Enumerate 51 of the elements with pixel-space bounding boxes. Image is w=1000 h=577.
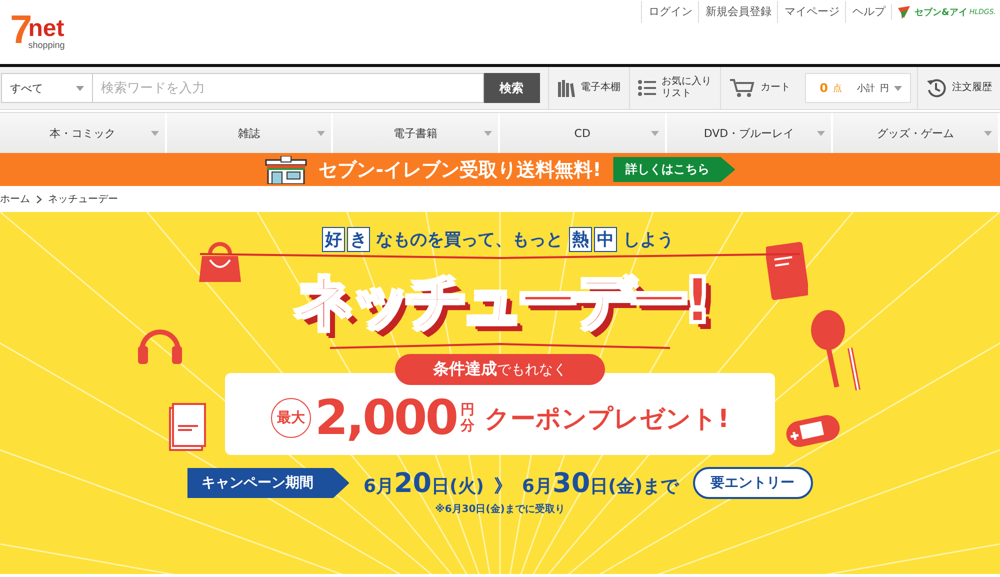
- order-history-link[interactable]: 注文履歴: [917, 67, 1000, 109]
- search-field[interactable]: 検索ワードを入力: [93, 73, 484, 103]
- caret-icon: [317, 131, 326, 136]
- header-link[interactable]: ログイン: [641, 1, 698, 23]
- category-tab[interactable]: 本・コミック: [0, 113, 167, 153]
- list-icon: [638, 80, 656, 96]
- details-button[interactable]: 詳しくはこちら: [613, 157, 736, 182]
- promo-text: セブン-イレブン受取り送料無料!: [318, 158, 602, 182]
- chevron-icon: [36, 194, 42, 204]
- campaign-dates: 6月 20日(火) 》 6月 30日(金)まで: [363, 468, 679, 498]
- category-tab[interactable]: CD: [500, 113, 667, 153]
- favorites-link[interactable]: お気に入り リスト: [628, 67, 720, 109]
- store-icon: [264, 156, 307, 184]
- handbag-icon: [198, 240, 242, 284]
- coupon-text: クーポンプレゼント!: [484, 402, 730, 434]
- caret-icon: [650, 131, 659, 136]
- caret-icon: [150, 131, 159, 136]
- history-icon: [926, 78, 946, 98]
- cart-link[interactable]: カート: [720, 67, 799, 109]
- category-tab[interactable]: DVD・ブルーレイ: [666, 113, 834, 153]
- max-badge: 最大: [270, 398, 311, 438]
- cart-summary[interactable]: 0 点 小計 円: [804, 73, 911, 103]
- leaf-icon: [896, 4, 912, 20]
- share-unit: 分: [460, 418, 475, 434]
- caret-icon: [894, 86, 902, 90]
- bookshelf-link[interactable]: 電子本棚: [548, 67, 629, 109]
- cart-icon: [728, 78, 755, 98]
- header-link[interactable]: 新規会員登録: [698, 1, 778, 23]
- category-tab[interactable]: 雑誌: [166, 113, 334, 153]
- category-dropdown[interactable]: すべて: [1, 73, 93, 103]
- breadcrumb-item[interactable]: ホーム: [0, 192, 30, 206]
- caret-icon: [76, 86, 84, 90]
- ribbon-label: 条件達成でもれなく: [395, 354, 605, 385]
- breadcrumb-item: ネッチューデー: [48, 193, 118, 206]
- pickup-note: ※6月30日(金)までに受取り: [435, 502, 565, 516]
- coupon-amount: 2,000: [314, 390, 457, 446]
- header-link[interactable]: ヘルプ: [845, 1, 892, 23]
- entry-button[interactable]: 要エントリー: [692, 467, 813, 499]
- category-tab[interactable]: グッズ・ゲーム: [833, 113, 1000, 153]
- category-tab[interactable]: 電子書籍: [333, 113, 500, 153]
- yen-unit: 円: [460, 402, 475, 418]
- search-button[interactable]: 検索: [484, 73, 540, 103]
- header-link[interactable]: マイページ: [777, 1, 846, 23]
- bookshelf-icon: [556, 79, 575, 97]
- dvd-case-icon: [168, 402, 206, 452]
- caret-icon: [984, 131, 992, 136]
- caret-icon: [484, 131, 492, 136]
- caret-icon: [817, 131, 826, 136]
- book-icon: [766, 242, 808, 300]
- tagline: 好 き なものを買って、もっと 熱 中 しよう: [322, 227, 678, 252]
- period-label: キャンペーン期間: [187, 468, 350, 498]
